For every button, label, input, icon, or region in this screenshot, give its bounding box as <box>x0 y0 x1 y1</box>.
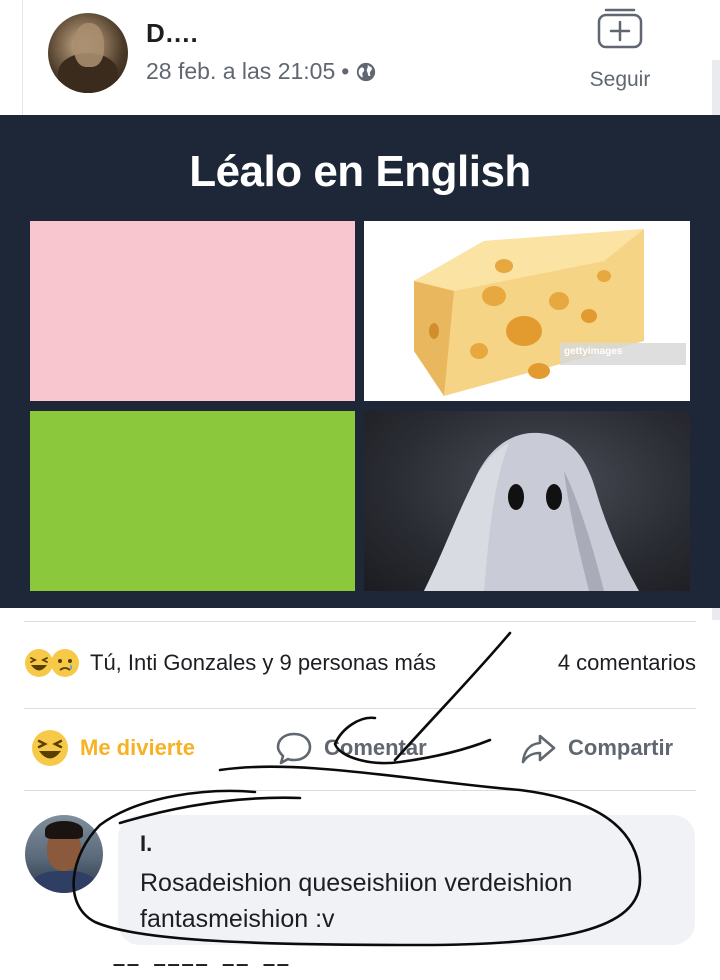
meta-separator: • <box>341 58 350 84</box>
divider-top <box>24 621 696 622</box>
watermark-label: gettyimages <box>564 346 623 357</box>
react-button[interactable]: Me divierte <box>30 728 195 768</box>
comment-author[interactable]: I. <box>140 831 152 857</box>
speech-bubble-icon <box>276 732 312 765</box>
action-bar: Me divierte Comentar Compartir <box>24 728 696 778</box>
globe-icon <box>357 62 376 81</box>
cropped-next-line: ‾‾ ‾‾‾‾ ‾‾ ‾‾ <box>115 962 293 980</box>
meme-image[interactable]: Léalo en English gettyimages <box>0 115 720 608</box>
avatar-shirt <box>33 871 95 893</box>
sad-emoji-icon <box>51 649 79 677</box>
reaction-names: Tú, Inti Gonzales y 9 personas más <box>90 650 437 675</box>
avatar-hair <box>45 821 83 839</box>
react-label: Me divierte <box>80 735 195 760</box>
share-button[interactable]: Compartir <box>518 728 673 768</box>
comments-count-link[interactable]: 4 comentarios <box>558 650 696 676</box>
author-avatar[interactable] <box>48 13 128 93</box>
ghost-panel <box>364 411 690 591</box>
comment-text: Rosadeishion queseishiion verdeishion fa… <box>140 869 573 933</box>
share-arrow-icon <box>521 734 556 764</box>
comment-bubble: I. Rosadeishion queseishiion verdeishion… <box>118 815 695 945</box>
divider-bottom <box>24 790 696 791</box>
comment-button[interactable]: Comentar <box>274 728 427 768</box>
post-timestamp[interactable]: 28 feb. a las 21:05 <box>146 58 335 85</box>
cheese-panel: gettyimages <box>364 221 690 401</box>
pink-panel <box>30 221 355 401</box>
follow-plus-icon <box>597 8 643 49</box>
facebook-post-screen: D.... 28 feb. a las 21:05 • Seguir Léalo… <box>0 0 720 980</box>
author-name[interactable]: D.... <box>146 18 199 49</box>
follow-label: Seguir <box>589 68 651 91</box>
commenter-avatar[interactable] <box>25 815 103 893</box>
meme-title: Léalo en English <box>189 147 531 196</box>
comment-label: Comentar <box>324 735 427 760</box>
green-panel <box>30 411 355 591</box>
share-label: Compartir <box>568 735 674 760</box>
haha-emoji-icon <box>32 730 68 766</box>
avatar-face <box>74 23 104 67</box>
divider-mid <box>24 708 696 709</box>
ghost-illustration <box>424 432 639 591</box>
cheese-illustration <box>414 229 686 396</box>
follow-button[interactable]: Seguir <box>584 4 656 92</box>
post-meta: 28 feb. a las 21:05 • <box>146 58 377 85</box>
card-border <box>22 0 23 115</box>
reaction-summary[interactable]: Tú, Inti Gonzales y 9 personas más <box>24 648 436 678</box>
